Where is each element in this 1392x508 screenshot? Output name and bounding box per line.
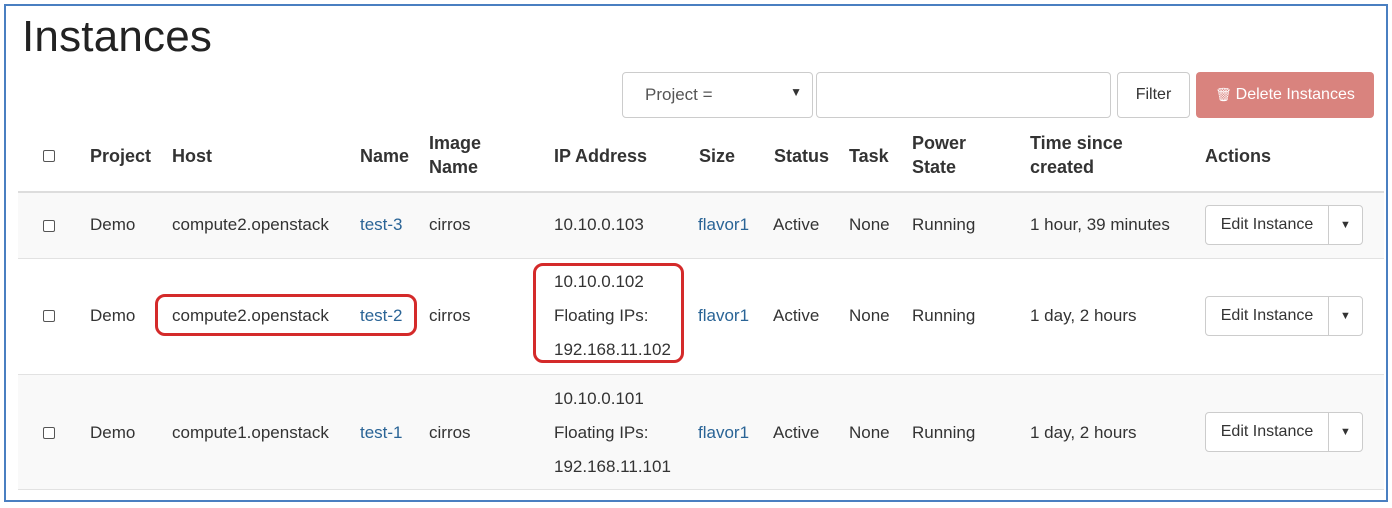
cell-power-state: Running xyxy=(912,306,976,325)
actions-dropdown-toggle[interactable]: ▼ xyxy=(1328,412,1363,452)
ip-address-highlight xyxy=(533,263,684,363)
cell-time-since-created: 1 day, 2 hours xyxy=(1030,306,1137,325)
instance-name-link[interactable]: test-1 xyxy=(360,423,403,443)
cell-status: Active xyxy=(773,215,820,234)
header-name[interactable]: Name xyxy=(360,144,409,168)
cell-project: Demo xyxy=(90,423,136,442)
host-name-highlight xyxy=(155,294,417,336)
cell-image-name: cirros xyxy=(429,423,471,442)
flavor-link[interactable]: flavor1 xyxy=(698,306,749,326)
cell-task: None xyxy=(849,306,890,325)
flavor-link[interactable]: flavor1 xyxy=(698,215,749,235)
cell-project: Demo xyxy=(90,306,136,325)
row-actions: Edit Instance ▼ xyxy=(1205,296,1363,336)
filter-field-label: Project = xyxy=(645,85,713,104)
caret-down-icon: ▼ xyxy=(790,85,802,99)
row-checkbox[interactable] xyxy=(43,427,55,439)
instance-name-link[interactable]: test-3 xyxy=(360,215,403,235)
filter-input[interactable] xyxy=(816,72,1111,118)
cell-ip-address: 10.10.0.103 xyxy=(554,215,644,234)
cell-ip-address: 10.10.0.101 xyxy=(554,389,644,408)
header-host[interactable]: Host xyxy=(172,144,212,168)
cell-status: Active xyxy=(773,423,820,442)
actions-dropdown-toggle[interactable]: ▼ xyxy=(1328,205,1363,245)
cell-project: Demo xyxy=(90,215,136,234)
cell-image-name: cirros xyxy=(429,215,471,234)
cell-power-state: Running xyxy=(912,423,976,442)
filter-field-select[interactable]: Project = ▼ xyxy=(622,72,813,118)
row-checkbox[interactable] xyxy=(43,310,55,322)
actions-dropdown-toggle[interactable]: ▼ xyxy=(1328,296,1363,336)
edit-instance-button[interactable]: Edit Instance xyxy=(1205,205,1329,245)
header-power-line1: Power xyxy=(912,133,967,153)
caret-down-icon: ▼ xyxy=(1340,310,1351,322)
row-divider xyxy=(18,489,1384,490)
cell-floating-ip: 192.168.11.101 xyxy=(554,457,671,476)
flavor-link[interactable]: flavor1 xyxy=(698,423,749,443)
cell-host: compute2.openstack xyxy=(172,215,329,234)
header-time-since-created[interactable]: Time since created xyxy=(1030,131,1123,179)
cell-power-state: Running xyxy=(912,215,976,234)
edit-instance-button[interactable]: Edit Instance xyxy=(1205,412,1329,452)
header-actions: Actions xyxy=(1205,146,1272,166)
row-checkbox[interactable] xyxy=(43,220,55,232)
header-power-state[interactable]: Power State xyxy=(912,131,966,179)
cell-time-since-created: 1 hour, 39 minutes xyxy=(1030,215,1170,234)
cell-task: None xyxy=(849,423,890,442)
caret-down-icon: ▼ xyxy=(1340,426,1351,438)
cell-floating-ips-label: Floating IPs: xyxy=(554,423,649,442)
header-image-name[interactable]: Image Name xyxy=(429,131,481,179)
cell-task: None xyxy=(849,215,890,234)
header-project[interactable]: Project xyxy=(90,144,151,168)
cell-host: compute1.openstack xyxy=(172,423,329,442)
delete-instances-button[interactable]: 🗑 Delete Instances xyxy=(1196,72,1374,118)
page-title: Instances xyxy=(22,12,213,61)
header-task[interactable]: Task xyxy=(849,144,889,168)
header-size[interactable]: Size xyxy=(699,144,735,168)
edit-instance-button[interactable]: Edit Instance xyxy=(1205,296,1329,336)
header-power-line2: State xyxy=(912,157,957,177)
header-image-line1: Image xyxy=(429,133,482,153)
cell-time-since-created: 1 day, 2 hours xyxy=(1030,423,1137,442)
row-actions: Edit Instance ▼ xyxy=(1205,205,1363,245)
header-time-line2: created xyxy=(1030,157,1095,177)
header-status[interactable]: Status xyxy=(774,144,829,168)
header-ip-address[interactable]: IP Address xyxy=(554,144,647,168)
header-image-line2: Name xyxy=(429,157,479,177)
trash-icon: 🗑 xyxy=(1215,87,1232,102)
row-actions: Edit Instance ▼ xyxy=(1205,412,1363,452)
caret-down-icon: ▼ xyxy=(1340,219,1351,231)
select-all-checkbox[interactable] xyxy=(43,150,55,162)
delete-instances-label: Delete Instances xyxy=(1235,86,1355,103)
header-time-line1: Time since xyxy=(1030,133,1123,153)
cell-image-name: cirros xyxy=(429,306,471,325)
filter-button[interactable]: Filter xyxy=(1117,72,1190,118)
cell-status: Active xyxy=(773,306,820,325)
